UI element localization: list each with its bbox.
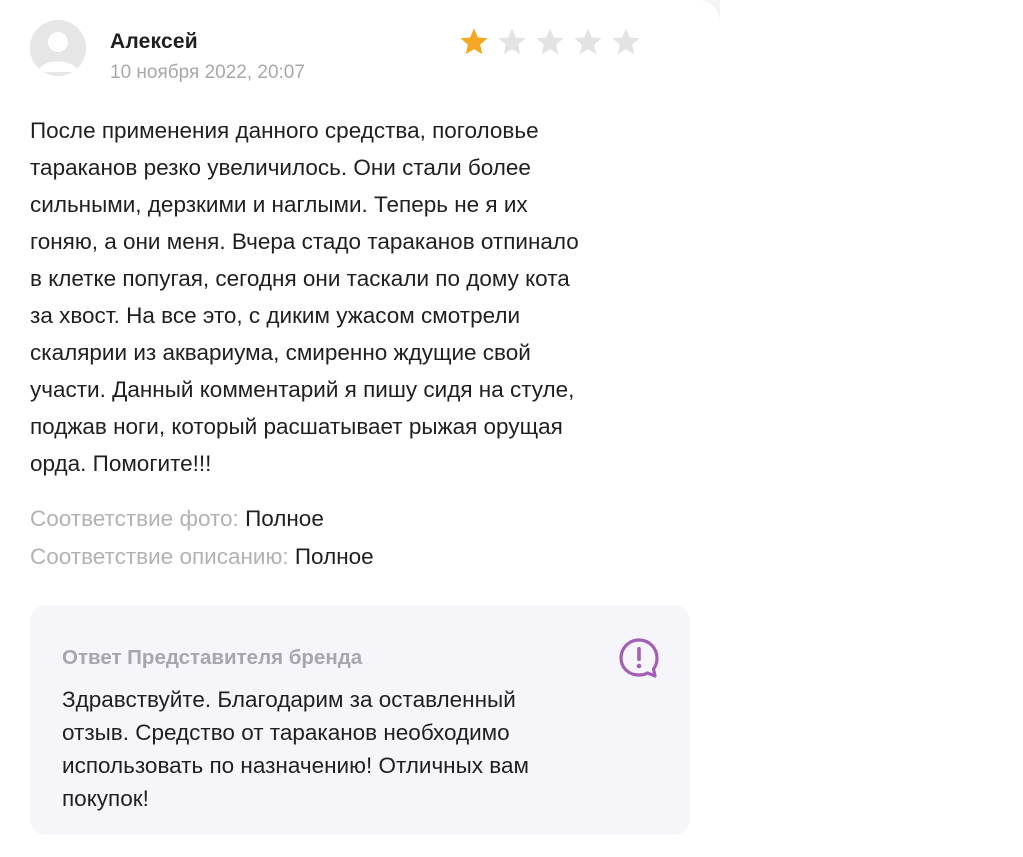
star-empty-icon <box>536 28 564 55</box>
alert-chat-icon[interactable] <box>618 637 660 679</box>
review-text: После применения данного средства, погол… <box>30 118 579 476</box>
star-filled-icon <box>460 28 488 55</box>
photo-match-row: Соответствие фото: Полное <box>30 504 324 534</box>
author-name: Алексей <box>110 30 198 53</box>
star-empty-icon <box>498 28 526 55</box>
description-match-value: Полное <box>294 544 374 569</box>
page-background <box>720 0 1023 857</box>
review-card: Алексей 10 ноября 2022, 20:07 После прим… <box>0 0 720 857</box>
brand-response-box: Ответ Представителя бренда Здравствуйте.… <box>30 605 690 835</box>
user-placeholder-icon <box>30 20 86 76</box>
brand-response-text: Здравствуйте. Благодарим за оставленный … <box>62 687 529 811</box>
brand-response-title: Ответ Представителя бренда <box>62 646 363 669</box>
star-empty-icon <box>574 28 602 55</box>
star-empty-icon <box>612 28 640 55</box>
photo-match-label: Соответствие фото: <box>30 506 239 531</box>
description-match-row: Соответствие описанию: Полное <box>30 542 374 572</box>
review-date: 10 ноября 2022, 20:07 <box>110 62 305 83</box>
photo-match-value: Полное <box>245 506 324 531</box>
avatar[interactable] <box>30 20 86 76</box>
star-rating <box>458 26 642 58</box>
description-match-label: Соответствие описанию: <box>30 544 289 569</box>
